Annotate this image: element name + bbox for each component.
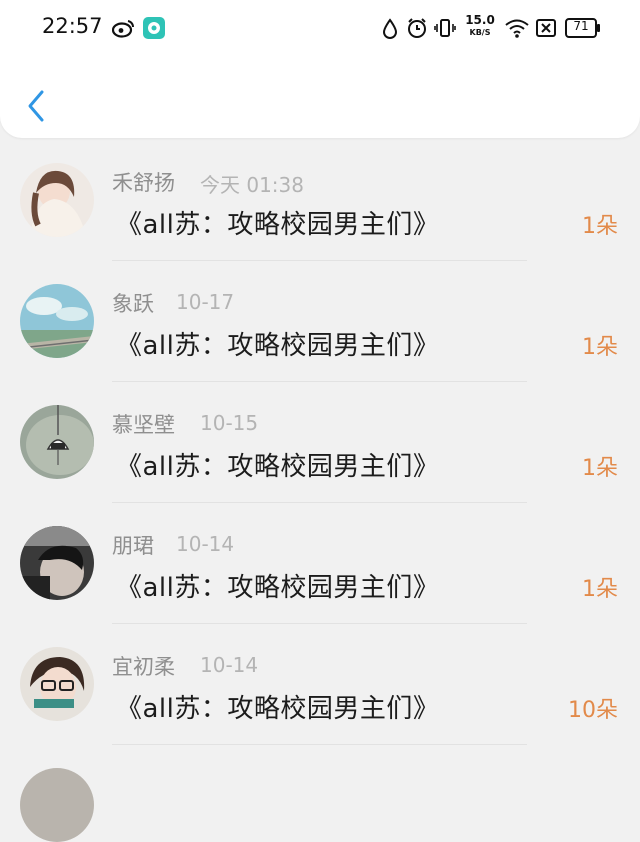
back-button[interactable] [22, 86, 52, 126]
send-date: 10-14 [200, 653, 259, 677]
avatar[interactable] [20, 768, 94, 842]
alarm-icon [406, 17, 428, 43]
chevron-left-icon [28, 90, 44, 122]
flower-count: 1朵 [582, 577, 618, 602]
send-date: 10-17 [176, 290, 235, 314]
battery-level: 71 [573, 19, 589, 33]
list-item[interactable]: 慕坚壁 10-15 《all苏：攻略校园男主们》 1朵 [0, 382, 640, 503]
book-title: 《all苏：攻略校园男主们》 [116, 694, 440, 724]
flower-count: 1朵 [582, 456, 618, 481]
book-title: 《all苏：攻略校园男主们》 [116, 210, 440, 240]
sender-name: 朋珺 [112, 534, 154, 558]
flower-count: 1朵 [582, 214, 618, 239]
sender-name: 慕坚壁 [112, 413, 175, 437]
avatar[interactable] [20, 405, 94, 479]
weibo-icon [111, 18, 136, 42]
flower-count: 1朵 [582, 335, 618, 360]
status-bar: 22:57 15.0 KB/S 71 [0, 0, 640, 56]
gift-record-list: 禾舒扬 今天 01:38 《all苏：攻略校园男主们》 1朵 象跃 10-17 … [0, 140, 640, 842]
vibrate-icon [434, 17, 456, 43]
book-title: 《all苏：攻略校园男主们》 [116, 573, 440, 603]
avatar[interactable] [20, 163, 94, 237]
list-item-partial[interactable] [0, 745, 640, 842]
flower-count: 10朵 [568, 698, 618, 723]
sim-off-icon [536, 18, 556, 42]
header: 22:57 15.0 KB/S 71 [0, 0, 640, 138]
drop-icon [382, 18, 398, 44]
list-item[interactable]: 朋珺 10-14 《all苏：攻略校园男主们》 1朵 [0, 503, 640, 624]
list-item[interactable]: 象跃 10-17 《all苏：攻略校园男主们》 1朵 [0, 261, 640, 382]
avatar[interactable] [20, 284, 94, 358]
avatar[interactable] [20, 526, 94, 600]
wifi-icon [504, 18, 530, 42]
send-date: 10-15 [200, 411, 259, 435]
list-item[interactable]: 禾舒扬 今天 01:38 《all苏：攻略校园男主们》 1朵 [0, 140, 640, 261]
sender-name: 禾舒扬 [112, 171, 175, 195]
send-date: 今天 01:38 [200, 173, 304, 197]
sender-name: 象跃 [112, 292, 154, 316]
network-speed-unit: KB/S [469, 28, 491, 37]
app-notification-icon [143, 17, 165, 43]
send-date: 10-14 [176, 532, 235, 556]
status-time: 22:57 [42, 14, 103, 38]
list-item[interactable]: 宜初柔 10-14 《all苏：攻略校园男主们》 10朵 [0, 624, 640, 745]
network-speed-value: 15.0 [465, 13, 495, 27]
book-title: 《all苏：攻略校园男主们》 [116, 331, 440, 361]
network-speed: 15.0 KB/S [465, 13, 495, 38]
book-title: 《all苏：攻略校园男主们》 [116, 452, 440, 482]
avatar[interactable] [20, 647, 94, 721]
sender-name: 宜初柔 [112, 655, 175, 679]
